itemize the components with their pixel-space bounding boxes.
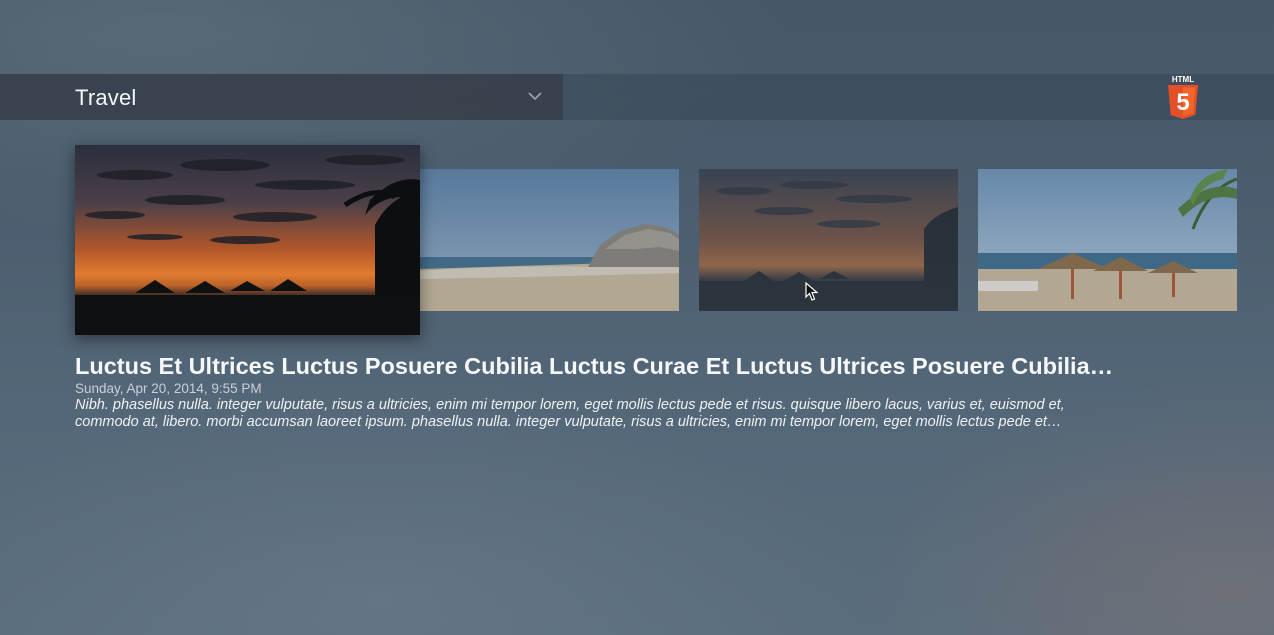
chevron-down-icon <box>528 92 542 101</box>
beach-rock-photo <box>420 169 679 311</box>
item-date: Sunday, Apr 20, 2014, 9:55 PM <box>75 381 262 396</box>
sunset-photo-dim <box>699 169 958 311</box>
thumbnail-2[interactable] <box>420 169 679 311</box>
beach-umbrellas-photo <box>978 169 1237 311</box>
item-title: Luctus Et Ultrices Luctus Posuere Cubili… <box>75 353 1114 379</box>
logo-number: 5 <box>1176 89 1189 116</box>
sunset-photo <box>75 145 420 335</box>
mouse-cursor-icon <box>805 282 819 301</box>
thumbnail-4[interactable] <box>978 169 1237 311</box>
thumbnail-3[interactable] <box>699 169 958 311</box>
category-label: Travel <box>75 85 137 110</box>
html5-logo-icon: HTML 5 <box>1166 74 1200 120</box>
item-description: Nibh. phasellus nulla. integer vulputate… <box>75 397 1065 430</box>
category-dropdown[interactable]: Travel <box>0 74 563 120</box>
thumbnail-selected[interactable] <box>75 145 420 335</box>
logo-text: HTML <box>1172 75 1194 84</box>
